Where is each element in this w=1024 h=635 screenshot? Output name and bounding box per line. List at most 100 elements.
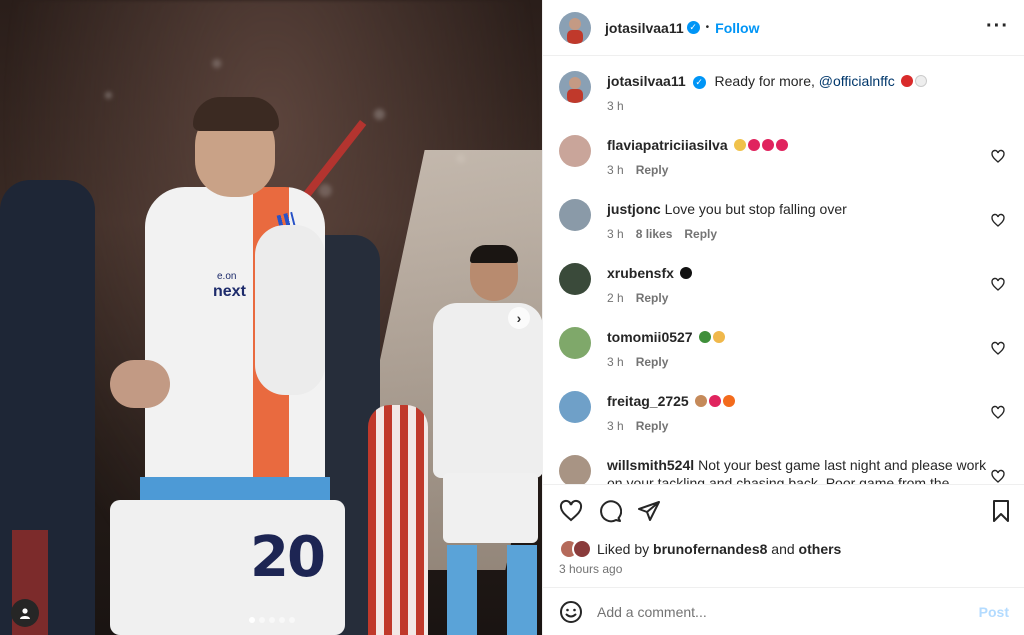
liked-by-and: and [771,541,795,557]
comment-meta: 2 h Reply [607,291,987,305]
caption: jotasilvaa11 ✓ Ready for more, @officialn… [559,57,1009,113]
post-header: jotasilvaa11 ✓ • Follow ··· [543,0,1024,56]
caption-username[interactable]: jotasilvaa11 [607,73,686,89]
liked-by-prefix: Liked by [597,541,650,557]
second-player-hair [470,245,518,263]
liker-avatar [572,539,592,559]
comment-time[interactable]: 3 h [607,355,624,369]
commenter-username[interactable]: willsmith524l [607,457,694,473]
reply-button[interactable]: Reply [636,355,669,369]
comment-time[interactable]: 3 h [607,227,624,241]
tagged-users-button[interactable] [11,599,39,627]
comment-time[interactable]: 2 h [607,291,624,305]
caption-text: jotasilvaa11 ✓ Ready for more, @officialn… [607,72,987,90]
commenter-avatar[interactable] [559,135,591,167]
follow-button[interactable]: Follow [715,20,759,36]
commenter-username[interactable]: justjonc [607,201,661,217]
emoji-icon[interactable] [559,600,583,624]
liked-by-user[interactable]: brunofernandes8 [653,541,767,557]
comment-like-heart-icon[interactable] [991,149,1005,163]
comment-body: tomomii0527 3 h Reply [607,328,987,369]
comment-like-heart-icon[interactable] [991,405,1005,419]
comment: justjonc Love you but stop falling over 3 … [559,185,1009,241]
comment: tomomii0527 3 h Reply [559,313,1009,369]
comment-meta: 3 h Reply [607,355,987,369]
muscle-icon [694,395,707,407]
carousel-next-button[interactable]: › [508,307,530,329]
comment-time[interactable]: 3 h [607,419,624,433]
tree-icon [698,331,711,343]
comment-text: tomomii0527 [607,328,987,346]
reply-button[interactable]: Reply [684,227,717,241]
caption-mention[interactable]: @officialnffc [819,73,895,89]
commenter-username[interactable]: flaviapatriciiasilva [607,137,728,153]
red-heart-icon [708,395,721,407]
comment-like-heart-icon[interactable] [991,469,1005,483]
reply-button[interactable]: Reply [636,291,669,305]
black-heart-icon [679,267,692,279]
more-options-icon[interactable]: ··· [986,16,1009,36]
post-photo[interactable]: e.on next 20 › [0,0,542,635]
add-comment-input[interactable]: Add a comment... [597,604,979,620]
comments-list[interactable]: jotasilvaa11 ✓ Ready for more, @officialn… [543,57,1024,484]
comment-body: justjonc Love you but stop falling over 3 … [607,200,987,241]
commenter-avatar[interactable] [559,199,591,231]
hands-icon [712,331,725,343]
comment-meta: 3 h 8 likes Reply [607,227,987,241]
red-circle-icon [900,75,913,87]
comment-icon[interactable] [598,499,622,523]
sponsor-logo: next [213,283,246,300]
sponsor-top: e.on [217,271,237,282]
carousel-dot [269,617,275,623]
comment: flaviapatriciiasilva 3 h Reply [559,121,1009,177]
comment: willsmith524l Not your best game last nig… [559,441,1009,484]
fire-icon [722,395,735,407]
comment-likes[interactable]: 8 likes [636,227,673,241]
commenter-avatar[interactable] [559,327,591,359]
comment-text: xrubensfx [607,264,987,282]
author-avatar[interactable] [559,71,591,103]
liked-by-others[interactable]: others [799,541,842,557]
comment: xrubensfx 2 h Reply [559,249,1009,305]
main-player-hand [110,360,170,408]
comment-meta: 3 h Reply [607,163,987,177]
commenter-avatar[interactable] [559,391,591,423]
commenter-username[interactable]: xrubensfx [607,265,674,281]
comment-time[interactable]: 3 h [607,163,624,177]
white-circle-icon [914,75,927,87]
commenter-username[interactable]: freitag_2725 [607,393,689,409]
comment-like-heart-icon[interactable] [991,341,1005,355]
commenter-avatar[interactable] [559,455,591,484]
second-player-shorts [443,473,538,543]
second-player-sock [507,545,537,635]
comment-text: freitag_2725 [607,392,987,410]
comment-body: willsmith524l Not your best game last nig… [607,456,987,484]
comment-text: justjonc Love you but stop falling over [607,200,987,218]
comment-body: freitag_2725 3 h Reply [607,392,987,433]
like-heart-icon[interactable] [559,499,583,523]
caption-time[interactable]: 3 h [607,99,624,113]
liker-avatars [559,539,593,559]
author-username[interactable]: jotasilvaa11 [605,20,684,36]
comment-text: willsmith524l Not your best game last nig… [607,456,987,484]
author-avatar[interactable] [559,11,591,44]
bookmark-icon[interactable] [989,499,1013,523]
caption-body: jotasilvaa11 ✓ Ready for more, @officialn… [607,72,987,113]
comment-meta: 3 h Reply [607,419,987,433]
post-time[interactable]: 3 hours ago [559,562,622,576]
reply-button[interactable]: Reply [636,419,669,433]
caption-message: Ready for more, [714,73,815,89]
reply-button[interactable]: Reply [636,163,669,177]
red-heart-icon [761,139,774,151]
verified-icon: ✓ [692,75,706,89]
commenter-avatar[interactable] [559,263,591,295]
comment-message: Love you but stop falling over [664,201,847,217]
carousel-dot [259,617,265,623]
comment-like-heart-icon[interactable] [991,277,1005,291]
comment-like-heart-icon[interactable] [991,213,1005,227]
post-comment-button[interactable]: Post [979,604,1009,620]
share-icon[interactable] [637,499,661,523]
commenter-username[interactable]: tomomii0527 [607,329,693,345]
user-icon [20,608,30,619]
second-player [415,245,542,635]
